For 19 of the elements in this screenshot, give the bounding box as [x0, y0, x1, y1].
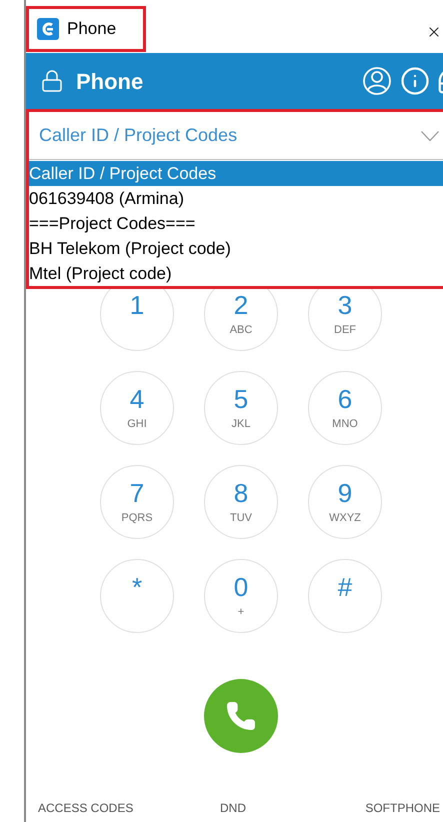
window-title: Phone [67, 18, 116, 40]
caller-id-dropdown[interactable]: Caller ID / Project Codes [29, 112, 443, 160]
footer-link[interactable]: DND [164, 799, 302, 817]
dial-key[interactable]: 8 TUV [204, 465, 278, 539]
dropdown-option[interactable]: Caller ID / Project Codes [29, 161, 443, 186]
footer-link[interactable]: ACCESS CODES [26, 799, 164, 817]
dropdown-option[interactable]: BH Telekom (Project code) [29, 236, 443, 261]
dial-key[interactable]: 6 MNO [308, 371, 382, 445]
dial-key[interactable]: 4 GHI [100, 371, 174, 445]
dropdown-option[interactable]: ===Project Codes=== [29, 211, 443, 236]
dial-key[interactable]: 9 WXYZ [308, 465, 382, 539]
dial-key[interactable]: 7 PQRS [100, 465, 174, 539]
footer-link[interactable]: SOFTPHONE [302, 799, 440, 817]
dial-key[interactable]: * [100, 559, 174, 633]
dial-key[interactable]: 0 + [204, 559, 278, 633]
dropdown-option[interactable]: 061639408 (Armina) [29, 186, 443, 211]
dial-key[interactable]: # [308, 559, 382, 633]
header-title: Phone [76, 68, 144, 96]
dial-key[interactable]: 5 JKL [204, 371, 278, 445]
